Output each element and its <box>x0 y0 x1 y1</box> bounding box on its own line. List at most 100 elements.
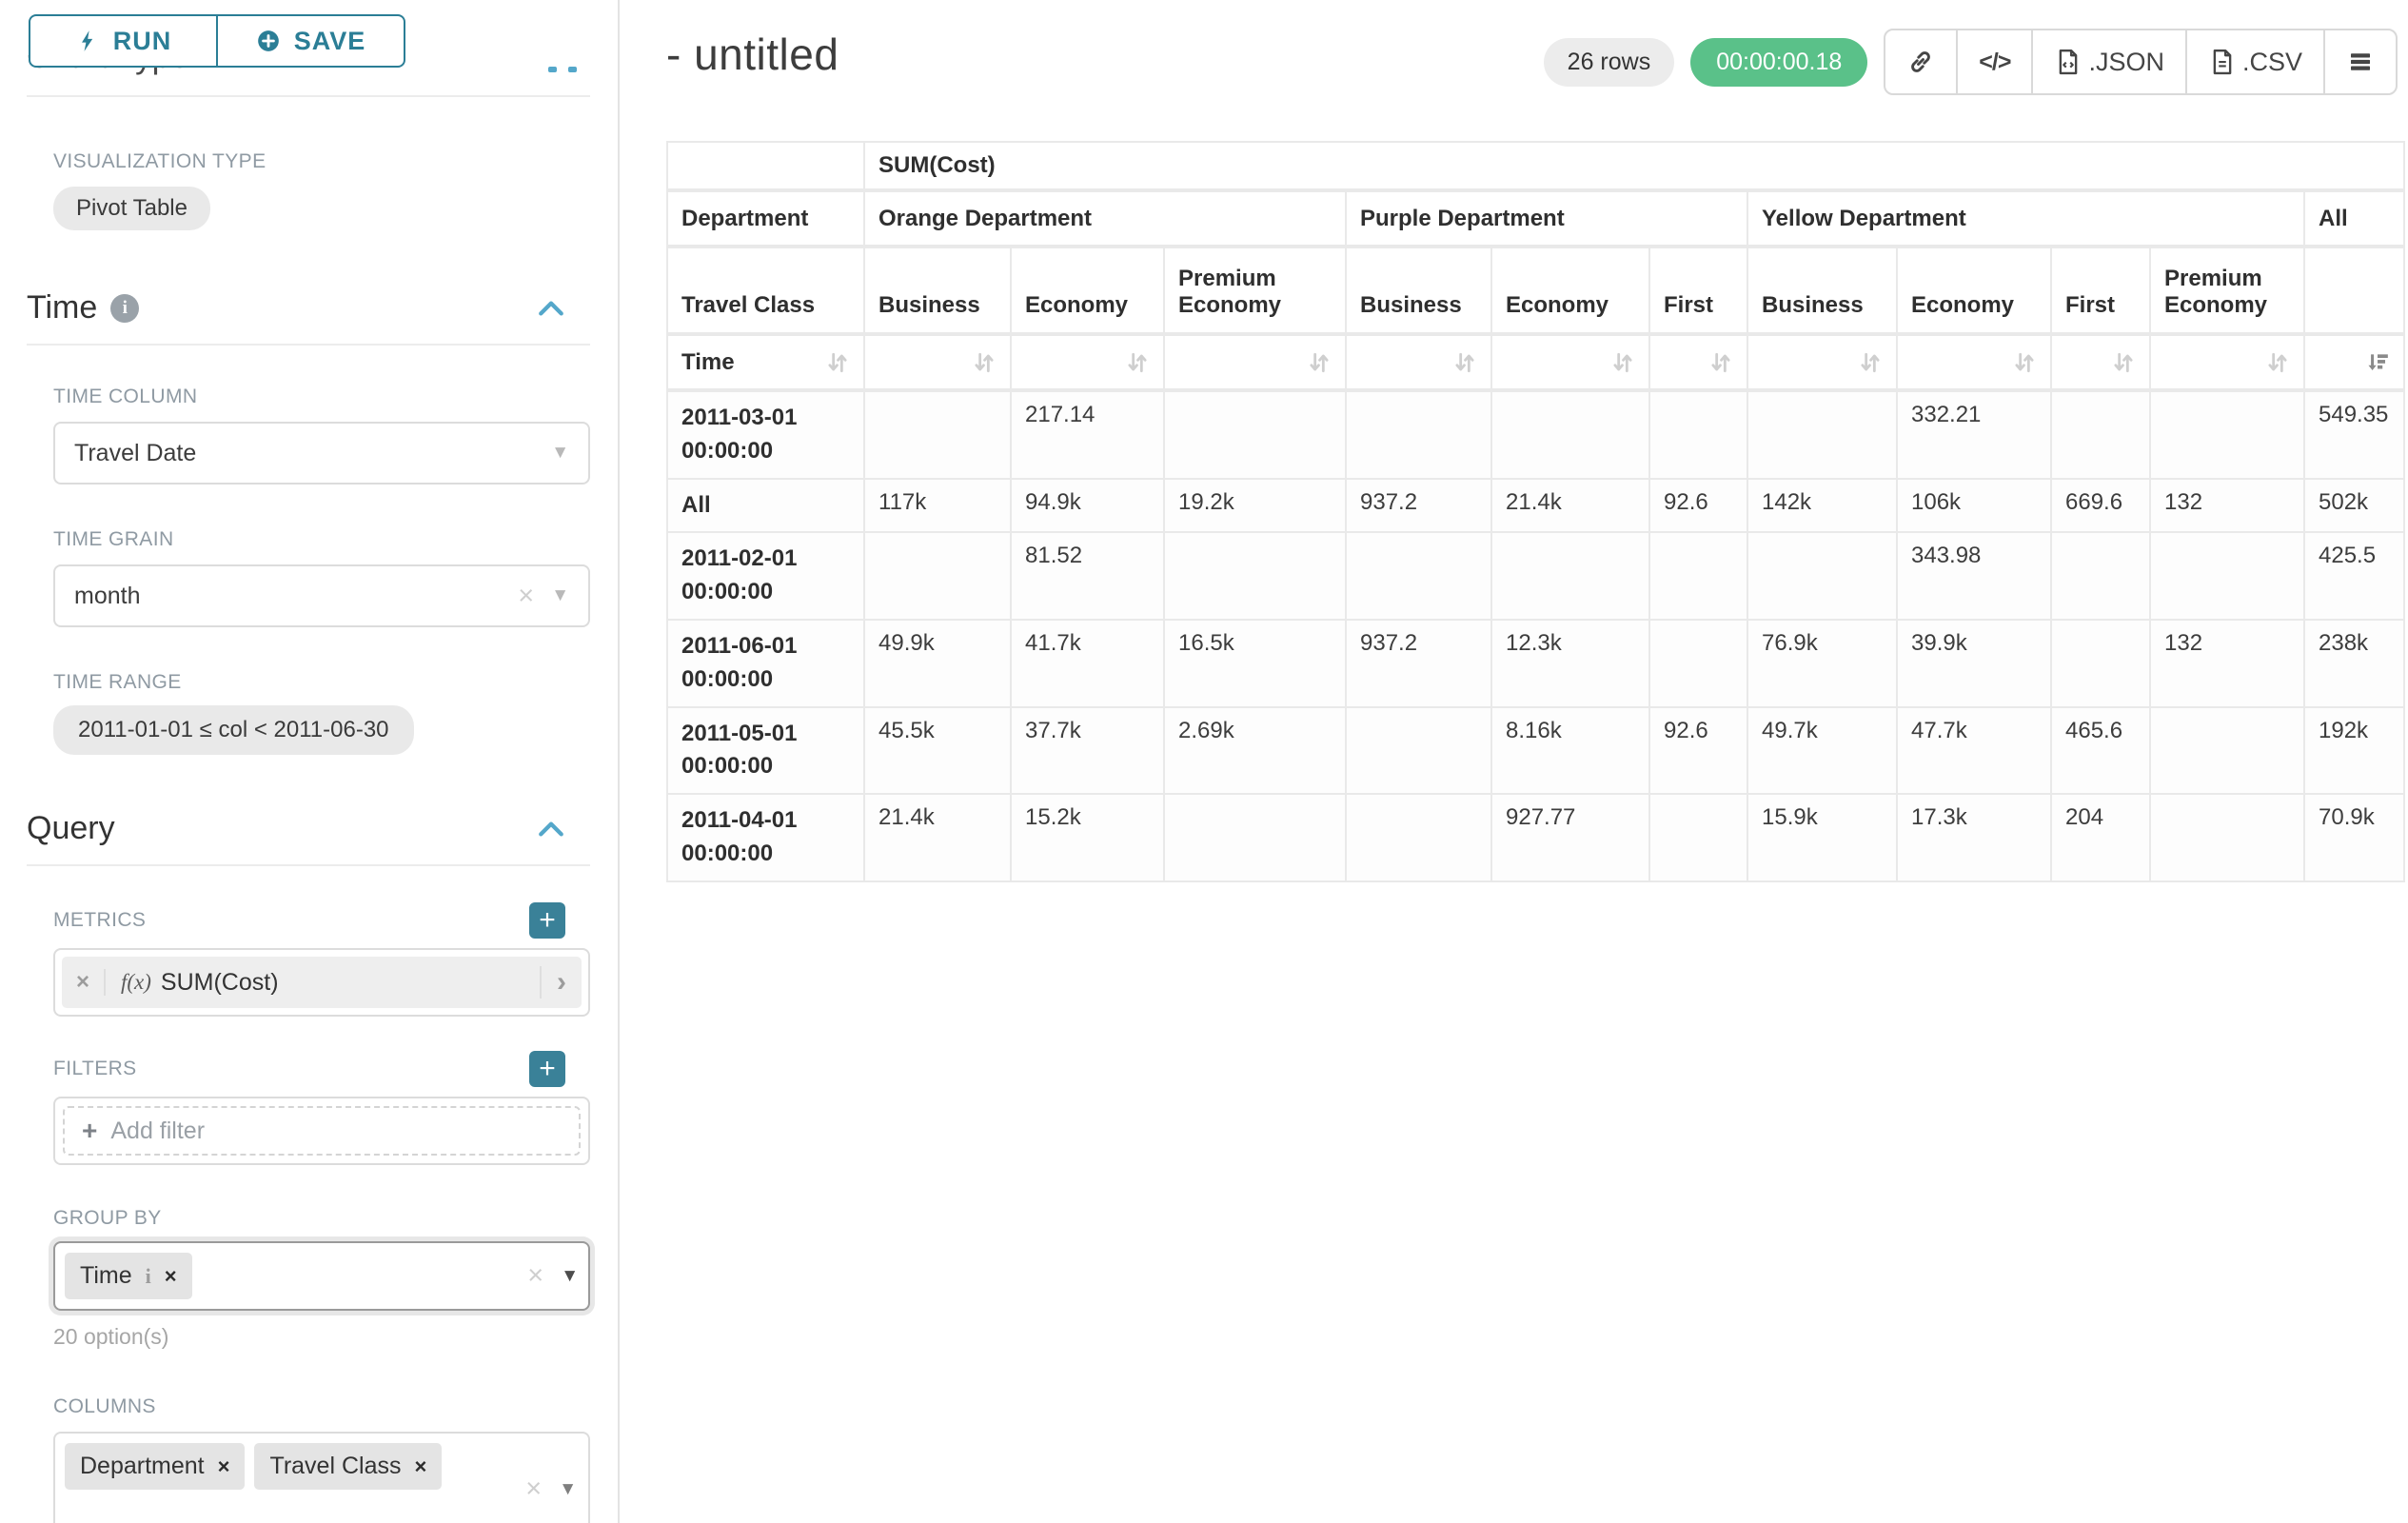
visualization-type-value[interactable]: Pivot Table <box>53 187 210 230</box>
group-by-select[interactable]: Time i × × ▼ <box>53 1241 590 1311</box>
time-range-value[interactable]: 2011-01-01 ≤ col < 2011-06-30 <box>53 705 414 755</box>
data-cell: 343.98 <box>1898 533 2052 621</box>
chart-header: - untitled 26 rows 00:00:00.18 </> .JSON <box>666 29 2408 95</box>
data-cell: 669.6 <box>2052 480 2151 534</box>
data-cell <box>1650 621 1748 708</box>
file-json-icon <box>2054 48 2082 76</box>
data-cell: 19.2k <box>1165 480 1347 534</box>
group-header: All <box>2305 192 2405 248</box>
data-cell: 502k <box>2305 480 2405 534</box>
tag-label: Travel Class <box>269 1453 401 1480</box>
metric-chip[interactable]: × f(x) SUM(Cost) › <box>62 957 582 1008</box>
export-json-button[interactable]: .JSON <box>2031 30 2185 93</box>
row-header: 2011-02-0100:00:00 <box>666 533 865 621</box>
data-cell: 142k <box>1748 480 1898 534</box>
sort-icon[interactable] <box>1452 350 1477 375</box>
columns-tag-travel-class[interactable]: Travel Class × <box>254 1443 442 1490</box>
data-cell: 132 <box>2151 480 2305 534</box>
file-csv-icon <box>2208 48 2237 76</box>
data-cell: 106k <box>1898 480 2052 534</box>
column-dimension-label: Department <box>666 192 865 248</box>
clear-icon[interactable]: × <box>527 1262 543 1290</box>
sort-icon[interactable] <box>1858 350 1883 375</box>
data-cell: 927.77 <box>1492 795 1650 882</box>
clear-icon[interactable]: × <box>525 1475 542 1503</box>
sort-icon[interactable] <box>2111 350 2136 375</box>
menu-button[interactable] <box>2323 30 2396 93</box>
group-header: Yellow Department <box>1748 192 2305 248</box>
view-query-button[interactable]: </> <box>1956 30 2031 93</box>
data-cell <box>2151 392 2305 480</box>
caret-down-icon[interactable]: ▼ <box>559 1479 577 1500</box>
data-cell: 49.9k <box>865 621 1012 708</box>
data-cell <box>865 392 1012 480</box>
data-cell <box>1650 533 1748 621</box>
collapse-chevron-icon[interactable] <box>537 819 565 840</box>
data-cell <box>2151 533 2305 621</box>
data-cell: 16.5k <box>1165 621 1347 708</box>
add-filter-button[interactable]: + Add filter <box>63 1106 581 1156</box>
data-cell: 549.35 <box>2305 392 2405 480</box>
data-cell: 117k <box>865 480 1012 534</box>
sort-icon[interactable] <box>2265 350 2290 375</box>
data-cell: 192k <box>2305 708 2405 796</box>
data-cell <box>1165 795 1347 882</box>
caret-down-icon[interactable]: ▼ <box>561 1266 579 1287</box>
sort-icon[interactable] <box>972 350 997 375</box>
sort-icon[interactable] <box>825 350 850 375</box>
data-cell: 937.2 <box>1347 621 1492 708</box>
data-cell: 17.3k <box>1898 795 2052 882</box>
copy-link-button[interactable] <box>1885 30 1956 93</box>
data-cell: 12.3k <box>1492 621 1650 708</box>
remove-tag-icon[interactable]: × <box>218 1454 230 1479</box>
row-header: All <box>666 480 865 534</box>
time-grain-select[interactable]: month × ▼ <box>53 564 590 627</box>
data-cell: 425.5 <box>2305 533 2405 621</box>
info-icon[interactable]: i <box>146 1264 151 1289</box>
caret-down-icon: ▼ <box>551 443 569 464</box>
data-cell: 465.6 <box>2052 708 2151 796</box>
metrics-label: METRICS <box>53 909 146 932</box>
pivot-table-container: SUM(Cost) Department Orange Department P… <box>666 141 2408 882</box>
data-cell <box>2052 621 2151 708</box>
sort-icon[interactable] <box>2012 350 2037 375</box>
sub-column-header: Economy <box>1012 248 1165 336</box>
info-icon[interactable]: i <box>110 294 139 323</box>
time-section-header: Time i <box>27 289 590 326</box>
export-button-group: </> .JSON .CSV <box>1884 29 2398 95</box>
data-cell: 47.7k <box>1898 708 2052 796</box>
remove-tag-icon[interactable]: × <box>165 1264 177 1289</box>
data-cell <box>1347 795 1492 882</box>
sort-descending-active-icon[interactable] <box>2365 350 2390 375</box>
data-cell: 15.9k <box>1748 795 1898 882</box>
columns-tag-department[interactable]: Department × <box>65 1443 245 1490</box>
save-button[interactable]: SAVE <box>216 16 404 66</box>
table-row: 2011-05-0100:00:0045.5k37.7k2.69k8.16k92… <box>666 708 2405 796</box>
sort-icon[interactable] <box>1307 350 1332 375</box>
pivot-body: 2011-03-0100:00:00217.14332.21549.35All1… <box>666 392 2405 882</box>
data-cell: 2.69k <box>1165 708 1347 796</box>
export-csv-button[interactable]: .CSV <box>2185 30 2323 93</box>
remove-metric-icon[interactable]: × <box>62 969 106 996</box>
add-metric-button[interactable]: + <box>529 902 565 939</box>
group-header: Orange Department <box>865 192 1347 248</box>
sort-icon[interactable] <box>1708 350 1733 375</box>
chart-title: - untitled <box>666 29 839 80</box>
chevron-right-icon[interactable]: › <box>540 966 582 999</box>
sort-icon[interactable] <box>1125 350 1150 375</box>
sub-column-header <box>2305 248 2405 336</box>
clear-icon[interactable]: × <box>518 583 534 610</box>
remove-tag-icon[interactable]: × <box>414 1454 426 1479</box>
export-json-label: .JSON <box>2088 48 2164 77</box>
plus-icon: + <box>539 904 556 937</box>
group-by-tag-time[interactable]: Time i × <box>65 1253 192 1299</box>
collapse-chevron-icon[interactable] <box>537 298 565 319</box>
row-header: 2011-03-0100:00:00 <box>666 392 865 480</box>
add-filter-plus-button[interactable]: + <box>529 1051 565 1087</box>
columns-select[interactable]: Department × Travel Class × × ▼ <box>53 1432 590 1523</box>
run-button[interactable]: RUN <box>30 16 216 66</box>
add-filter-label: Add filter <box>110 1118 205 1145</box>
row-header: 2011-05-0100:00:00 <box>666 708 865 796</box>
time-column-select[interactable]: Travel Date ▼ <box>53 422 590 485</box>
sort-icon[interactable] <box>1610 350 1635 375</box>
